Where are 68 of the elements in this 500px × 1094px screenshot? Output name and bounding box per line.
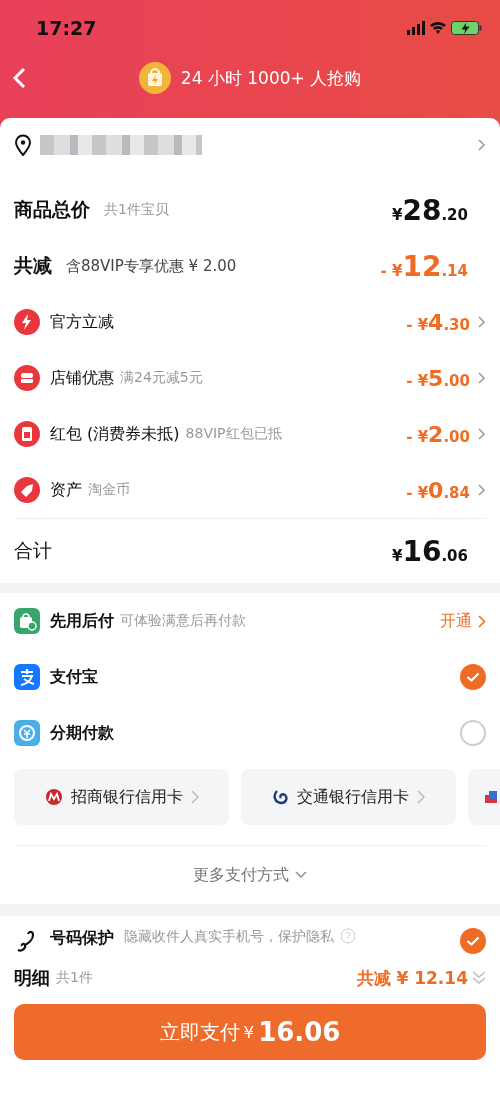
discount-price: - ¥12.14 [380, 249, 468, 283]
back-icon[interactable] [12, 67, 26, 89]
chevron-right-icon[interactable] [478, 614, 486, 628]
discount-item-label: 官方立减 [50, 311, 114, 333]
discount-item-label: 红包 (消费券未抵) [50, 423, 180, 445]
status-time: 17:27 [36, 17, 97, 39]
discount-item-price: - ¥5.00 [406, 365, 470, 391]
sum-price: ¥16.06 [392, 534, 468, 568]
discount-item-label: 店铺优惠 [50, 367, 114, 389]
payment-method-label: 支付宝 [50, 666, 98, 688]
chevron-right-icon[interactable] [478, 428, 486, 440]
help-icon[interactable] [340, 928, 356, 944]
tag-icon [14, 477, 40, 503]
chevron-right-icon[interactable] [478, 139, 486, 151]
chevron-right-icon[interactable] [478, 316, 486, 328]
total-discount: 共减 ¥ 12.14 [356, 966, 468, 990]
activate-link[interactable]: 开通 [440, 610, 472, 632]
checkmark-icon [466, 672, 480, 682]
protection-label: 号码保护 [50, 928, 114, 949]
discount-item-note: 淘金币 [88, 481, 130, 499]
discount-item-price: - ¥2.00 [406, 421, 470, 447]
alipay-icon [14, 664, 40, 690]
total-note: 共1件宝贝 [104, 201, 169, 219]
chevron-down-icon[interactable] [295, 871, 307, 879]
chevron-right-icon [190, 790, 199, 804]
radio-button[interactable] [460, 720, 486, 746]
sum-label: 合计 [14, 538, 52, 563]
item-count: 共1件 [56, 969, 93, 987]
double-chevron-down-icon[interactable] [472, 970, 486, 986]
header-title: 24 小时 1000+ 人抢购 [180, 66, 362, 90]
payment-method-label: 先用后付 [50, 610, 114, 632]
discount-note: 含88VIP专享优惠 ¥ 2.00 [66, 256, 237, 276]
envelope-icon [14, 421, 40, 447]
more-payment-methods[interactable]: 更多支付方式 [193, 864, 289, 886]
battery-icon [451, 21, 482, 35]
checkbox[interactable] [460, 928, 486, 954]
discount-item-label: 资产 [50, 479, 82, 501]
payment-method-note: 可体验满意后再付款 [120, 612, 246, 630]
payment-method-label: 分期付款 [50, 722, 114, 744]
protection-note: 隐藏收件人真实手机号，保护隐私 [124, 928, 334, 946]
pay-now-button[interactable]: 立即支付 ¥16.06 [14, 1004, 486, 1060]
bank-logo-icon [44, 788, 63, 806]
lightning-icon [14, 309, 40, 335]
shop-icon [14, 365, 40, 391]
discount-label: 共减 [14, 253, 52, 278]
chevron-right-icon[interactable] [478, 372, 486, 384]
chevron-right-icon [416, 790, 425, 804]
bank-card-option[interactable] [468, 769, 500, 825]
discount-item-price: - ¥0.84 [406, 477, 470, 503]
bank-card-option[interactable]: 招商银行信用卡 [14, 769, 229, 825]
installment-icon [14, 720, 40, 746]
discount-item-note: 满24元减5元 [120, 369, 203, 387]
wifi-icon [430, 22, 446, 34]
radio-button[interactable] [460, 664, 486, 690]
shopping-bag-icon [138, 62, 171, 94]
total-label: 商品总价 [14, 197, 90, 222]
details-label: 明细 [14, 966, 50, 990]
checkmark-icon [466, 936, 480, 946]
bank-logo-icon [272, 788, 289, 806]
discount-item-note: 88VIP红包已抵 [185, 425, 282, 443]
discount-item-price: - ¥4.30 [406, 309, 470, 335]
bank-card-option[interactable]: 交通银行信用卡 [241, 769, 456, 825]
location-pin-icon [14, 134, 32, 156]
bank-logo-icon [484, 789, 498, 805]
bag-check-icon [14, 608, 40, 634]
signal-icon [407, 21, 425, 35]
chevron-right-icon[interactable] [478, 484, 486, 496]
total-price: ¥28.20 [392, 193, 468, 227]
